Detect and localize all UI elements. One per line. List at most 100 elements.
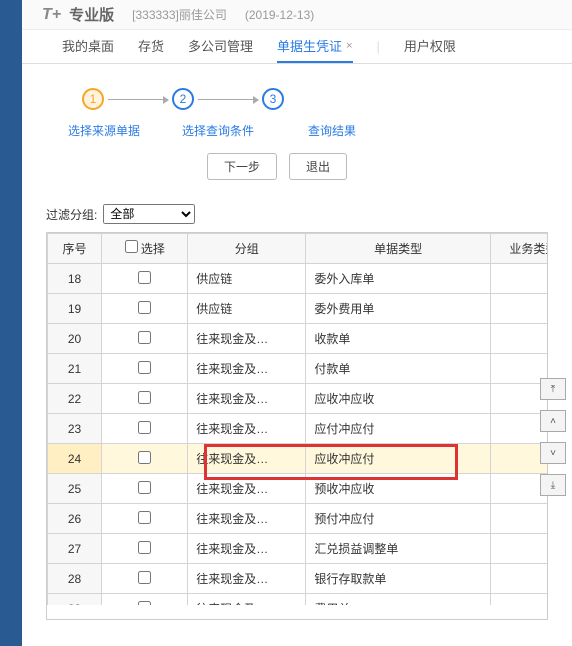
cell-type: 应付冲应付 (306, 414, 491, 444)
table-row[interactable]: 22往来现金及…应收冲应收 (48, 384, 548, 414)
table-row[interactable]: 29往来现金及…费用单 (48, 594, 548, 606)
col-header-biz[interactable]: 业务类型 (490, 234, 547, 264)
wizard-steps: 1 2 3 (22, 64, 572, 116)
step-2-label: 选择查询条件 (176, 122, 260, 139)
nav-down-button[interactable]: ˅ (540, 442, 566, 464)
row-checkbox[interactable] (138, 301, 151, 314)
cell-group: 往来现金及… (188, 354, 306, 384)
cell-biz (490, 534, 547, 564)
row-checkbox[interactable] (138, 481, 151, 494)
table-row[interactable]: 20 往来现金及…收款单 (48, 324, 548, 354)
row-checkbox[interactable] (138, 601, 151, 606)
nav-buttons: ⤒ ˄ ˅ ⤓ (540, 378, 566, 496)
cell-select (102, 264, 188, 294)
arrow-icon (108, 99, 168, 100)
row-checkbox[interactable] (138, 271, 151, 284)
step-3: 3 (262, 88, 284, 110)
cell-group: 往来现金及… (188, 594, 306, 606)
tab-separator: | (377, 39, 380, 54)
filter-select[interactable]: 全部 (103, 204, 195, 224)
cell-select (102, 594, 188, 606)
cell-group: 供应链 (188, 294, 306, 324)
table-row[interactable]: 26往来现金及…预付冲应付 (48, 504, 548, 534)
next-button[interactable]: 下一步 (207, 153, 277, 180)
tab-0[interactable]: 我的桌面 (62, 30, 114, 63)
filter-row: 过滤分组: 全部 (22, 198, 572, 232)
col-header-type[interactable]: 单据类型 (306, 234, 491, 264)
date-label: (2019-12-13) (245, 8, 314, 22)
cell-group: 往来现金及… (188, 474, 306, 504)
table-row[interactable]: 28往来现金及…银行存取款单 (48, 564, 548, 594)
tab-close-icon[interactable]: × (346, 40, 352, 52)
tab-1[interactable]: 存货 (138, 30, 164, 63)
cell-group: 往来现金及… (188, 324, 306, 354)
nav-up-button[interactable]: ˄ (540, 410, 566, 432)
tab-2[interactable]: 多公司管理 (188, 30, 253, 63)
step-2: 2 (172, 88, 194, 110)
cell-select (102, 474, 188, 504)
cell-seq: 21 (48, 354, 102, 384)
left-sidebar (0, 0, 22, 646)
col-header-group[interactable]: 分组 (188, 234, 306, 264)
row-checkbox[interactable] (138, 361, 151, 374)
row-checkbox[interactable] (138, 331, 151, 344)
select-header-label: 选择 (141, 242, 165, 256)
cell-seq: 25 (48, 474, 102, 504)
main-area: T+ 专业版 [333333]丽佳公司 (2019-12-13) 我的桌面存货多… (22, 0, 572, 646)
row-checkbox[interactable] (138, 421, 151, 434)
arrow-icon (198, 99, 258, 100)
row-checkbox[interactable] (138, 511, 151, 524)
cell-biz (490, 594, 547, 606)
nav-top-button[interactable]: ⤒ (540, 378, 566, 400)
cell-seq: 19 (48, 294, 102, 324)
table-row[interactable]: 21往来现金及…付款单 (48, 354, 548, 384)
tab-3[interactable]: 单据生凭证× (277, 30, 352, 63)
exit-button[interactable]: 退出 (289, 153, 347, 180)
step-labels: 选择来源单据 选择查询条件 查询结果 (22, 122, 572, 139)
row-checkbox[interactable] (138, 541, 151, 554)
cell-type: 收款单 (306, 324, 491, 354)
cell-type: 费用单 (306, 594, 491, 606)
cell-select (102, 354, 188, 384)
table-row[interactable]: 27往来现金及…汇兑损益调整单 (48, 534, 548, 564)
cell-type: 预付冲应付 (306, 504, 491, 534)
edition-label: 专业版 (69, 4, 114, 25)
cell-biz (490, 474, 547, 504)
table-scroll[interactable]: 序号 选择 分组 单据类型 业务类型 18供应链委外入库单19供应链委外费用单2… (47, 233, 547, 605)
table-container: 序号 选择 分组 单据类型 业务类型 18供应链委外入库单19供应链委外费用单2… (46, 232, 548, 620)
cell-biz (490, 504, 547, 534)
cell-group: 往来现金及… (188, 534, 306, 564)
table-row[interactable]: 19 供应链委外费用单 (48, 294, 548, 324)
col-header-seq[interactable]: 序号 (48, 234, 102, 264)
cell-seq: 20 (48, 324, 102, 354)
row-checkbox[interactable] (138, 391, 151, 404)
company-label: [333333]丽佳公司 (132, 6, 227, 23)
tab-4[interactable]: 用户权限 (404, 30, 456, 63)
tab-bar: 我的桌面存货多公司管理单据生凭证× | 用户权限 (22, 30, 572, 64)
cell-select (102, 534, 188, 564)
app-header: T+ 专业版 [333333]丽佳公司 (2019-12-13) (22, 0, 572, 30)
step-1-label: 选择来源单据 (62, 122, 146, 139)
select-all-checkbox[interactable] (125, 240, 138, 253)
cell-select (102, 414, 188, 444)
row-checkbox[interactable] (138, 571, 151, 584)
table-row[interactable]: 23往来现金及…应付冲应付 (48, 414, 548, 444)
cell-biz (490, 294, 547, 324)
row-checkbox[interactable] (138, 451, 151, 464)
step-3-label: 查询结果 (290, 122, 374, 139)
table-row[interactable]: 18供应链委外入库单 (48, 264, 548, 294)
cell-group: 往来现金及… (188, 384, 306, 414)
cell-biz (490, 324, 547, 354)
nav-bottom-button[interactable]: ⤓ (540, 474, 566, 496)
table-row[interactable]: 25往来现金及…预收冲应收 (48, 474, 548, 504)
data-table: 序号 选择 分组 单据类型 业务类型 18供应链委外入库单19供应链委外费用单2… (47, 233, 547, 605)
step-1: 1 (82, 88, 104, 110)
table-row[interactable]: 24往来现金及…应收冲应付 (48, 444, 548, 474)
horizontal-scrollbar[interactable] (47, 605, 547, 621)
col-header-select[interactable]: 选择 (102, 234, 188, 264)
cell-seq: 18 (48, 264, 102, 294)
cell-seq: 27 (48, 534, 102, 564)
cell-select (102, 444, 188, 474)
cell-group: 往来现金及… (188, 504, 306, 534)
cell-type: 委外费用单 (306, 294, 491, 324)
